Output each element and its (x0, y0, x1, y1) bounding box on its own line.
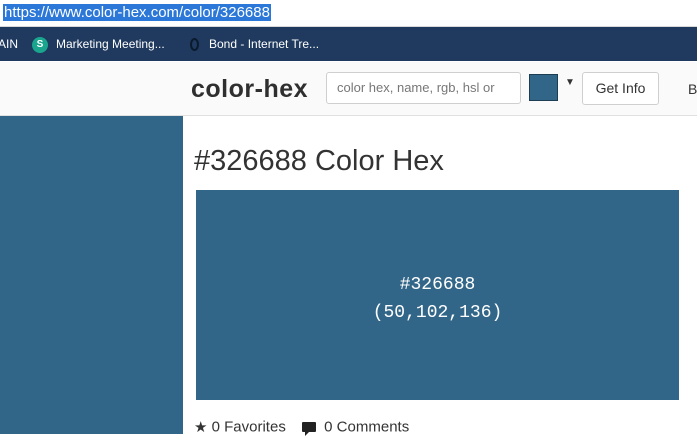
meta-bar: ★ 0 Favorites 0 Comments (194, 418, 409, 436)
chevron-down-icon[interactable]: ▼ (565, 77, 575, 88)
color-rgb-value: (50,102,136) (372, 303, 503, 323)
url-bar[interactable]: https://www.color-hex.com/color/326688 (0, 0, 697, 27)
url-text[interactable]: https://www.color-hex.com/color/326688 (3, 4, 271, 21)
site-logo[interactable]: color-hex (191, 75, 308, 104)
nav-item-truncated[interactable]: B (688, 81, 697, 97)
page-title: #326688 Color Hex (194, 145, 444, 177)
bookmark-label: Marketing Meeting... (56, 37, 165, 51)
search-input[interactable]: color hex, name, rgb, hsl or (326, 72, 521, 104)
bookmark-ain[interactable]: AIN (0, 27, 18, 61)
bookmark-marketing-meeting[interactable]: S Marketing Meeting... (32, 27, 165, 61)
comments-count[interactable]: 0 Comments (324, 419, 409, 436)
sharepoint-icon: S (32, 36, 48, 53)
site-header: color-hex color hex, name, rgb, hsl or ▼… (0, 62, 697, 116)
color-preview: #326688 (50,102,136) (196, 190, 679, 400)
favorites-count[interactable]: 0 Favorites (212, 419, 286, 436)
opera-icon (190, 38, 199, 52)
side-color-strip (0, 116, 183, 434)
bookmarks-bar: AIN S Marketing Meeting... Bond - Interne… (0, 27, 697, 61)
color-picker-swatch[interactable] (529, 74, 558, 101)
get-info-button[interactable]: Get Info (582, 72, 659, 105)
bookmark-label: AIN (0, 37, 19, 51)
bookmark-label: Bond - Internet Tre... (209, 37, 320, 51)
bookmark-bond[interactable]: Bond - Internet Tre... (190, 27, 319, 61)
comment-icon[interactable] (302, 422, 316, 436)
color-hex-value: #326688 (399, 275, 476, 295)
star-icon[interactable]: ★ (194, 419, 207, 436)
